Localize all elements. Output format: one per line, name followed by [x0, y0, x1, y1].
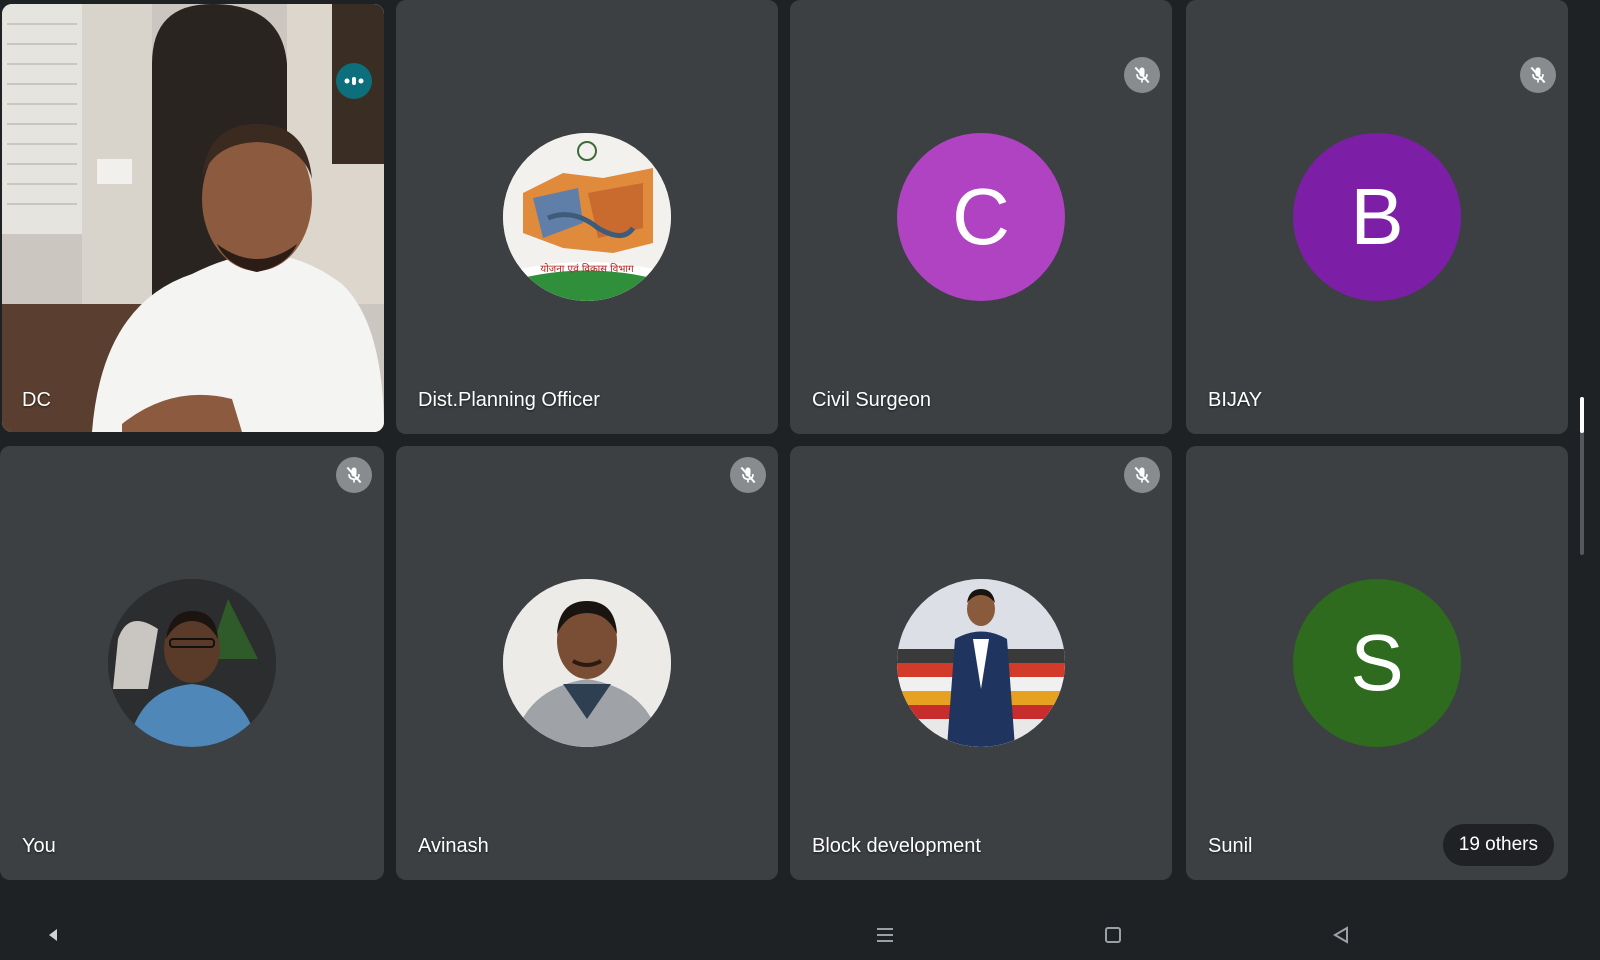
participant-name: DC	[22, 389, 51, 411]
participant-tile-you[interactable]: You	[0, 446, 384, 880]
system-nav-bar	[0, 910, 1600, 960]
participant-tile-dist-planning-officer[interactable]: योजना एवं विकास विभाग Dist.Planning Offi…	[396, 0, 778, 434]
participant-name: BIJAY	[1208, 389, 1263, 411]
menu-icon[interactable]	[870, 920, 900, 950]
avatar-letter: B	[1350, 172, 1404, 261]
avatar	[108, 579, 276, 747]
avatar-letter: S	[1350, 618, 1404, 707]
profile-photo	[897, 579, 1065, 747]
mic-off-icon	[1520, 57, 1556, 93]
avatar-letter: C	[952, 172, 1010, 261]
avatar: C	[897, 133, 1065, 301]
profile-photo	[108, 579, 276, 747]
triangle-left-icon[interactable]	[38, 920, 68, 950]
others-button[interactable]: 19 others	[1442, 824, 1554, 866]
participant-name: Block development	[812, 835, 981, 857]
mic-off-icon	[336, 457, 372, 493]
participant-tile-dc[interactable]: DC	[2, 4, 384, 432]
video-feed	[2, 4, 384, 432]
mic-off-icon	[1124, 57, 1160, 93]
avatar: योजना एवं विकास विभाग	[503, 133, 671, 301]
avatar	[503, 579, 671, 747]
participant-name: Sunil	[1208, 835, 1253, 857]
participant-tile-avinash[interactable]: Avinash	[396, 446, 778, 880]
avatar: S	[1293, 579, 1461, 747]
page-scroll-indicator[interactable]	[1580, 397, 1584, 555]
mic-off-icon	[1124, 457, 1160, 493]
avatar: B	[1293, 133, 1461, 301]
meeting-grid: DC योजना एवं विकास विभाग Dist.Planning O…	[0, 0, 1600, 960]
mic-off-icon	[730, 457, 766, 493]
participant-name: You	[22, 835, 56, 857]
participant-tile-civil-surgeon[interactable]: C Civil Surgeon	[790, 0, 1172, 434]
participant-name: Avinash	[418, 835, 489, 857]
audio-level-icon	[336, 63, 372, 99]
profile-photo	[503, 579, 671, 747]
square-icon[interactable]	[1098, 920, 1128, 950]
triangle-outline-icon[interactable]	[1326, 920, 1356, 950]
scroll-thumb[interactable]	[1580, 397, 1584, 433]
participant-tile-sunil[interactable]: S Sunil 19 others	[1186, 446, 1568, 880]
participant-tile-block-development[interactable]: Block development	[790, 446, 1172, 880]
participant-tile-bijay[interactable]: B BIJAY	[1186, 0, 1568, 434]
department-logo	[503, 133, 671, 301]
logo-caption: योजना एवं विकास विभाग	[540, 264, 634, 275]
avatar	[897, 579, 1065, 747]
participant-name: Civil Surgeon	[812, 389, 931, 411]
participant-name: Dist.Planning Officer	[418, 389, 600, 411]
